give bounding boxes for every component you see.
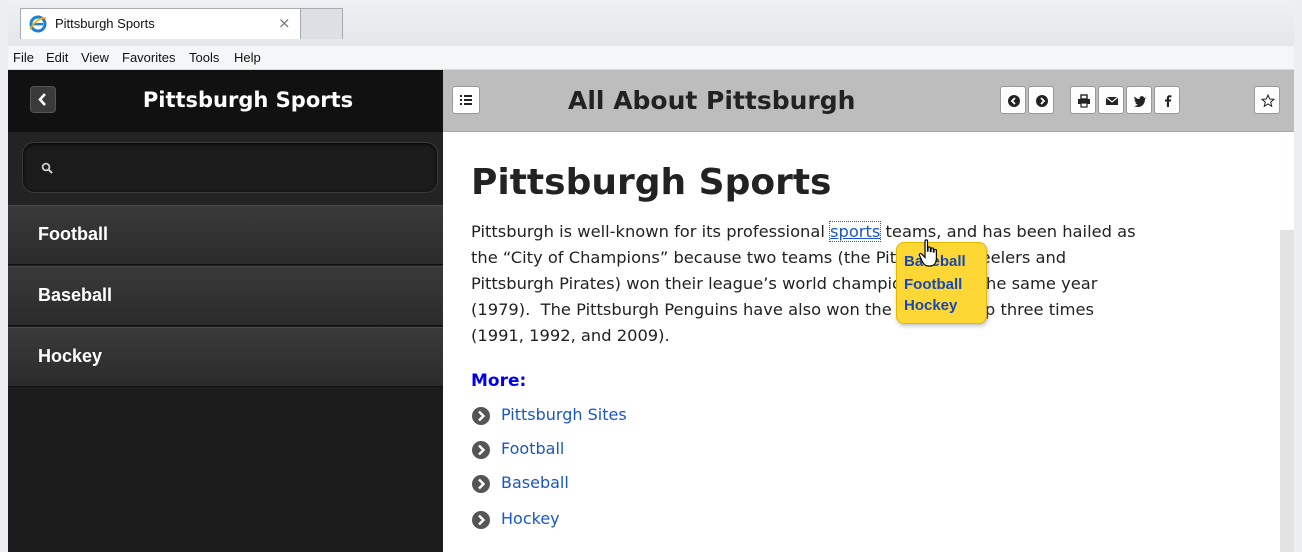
internet-explorer-icon [29,15,47,33]
search-input[interactable] [22,142,438,193]
page-title: Pittsburgh Sports [471,162,832,203]
header-toolbar: All About Pittsburgh [443,70,1294,132]
more-link-football[interactable]: Football [501,439,564,458]
new-tab-button[interactable] [301,8,343,39]
search-icon [41,162,53,174]
previous-button[interactable] [1000,86,1026,114]
back-icon [1008,95,1020,107]
menu-help[interactable]: Help [234,50,261,65]
main-content: All About Pittsburgh Pittsburgh Sports P… [443,70,1294,552]
twitter-icon [1134,96,1146,108]
sports-link[interactable]: sports [829,221,882,242]
more-heading: More: [471,371,527,391]
favorite-button[interactable] [1254,86,1280,114]
window-right-border [1294,0,1302,552]
sidebar: Pittsburgh Sports Football Baseball Hock… [8,70,443,552]
page-header-title: All About Pittsburgh [568,86,856,115]
back-button[interactable] [30,86,56,113]
popup-item-hockey[interactable]: Hockey [904,297,957,314]
menu-file[interactable]: File [13,50,34,65]
browser-tab[interactable]: Pittsburgh Sports × [20,8,301,39]
mail-icon [1105,96,1119,105]
popup-item-football[interactable]: Football [904,276,962,293]
list-menu-button[interactable] [452,86,480,114]
twitter-button[interactable] [1126,86,1152,114]
more-link-hockey[interactable]: Hockey [501,509,560,528]
more-link-baseball[interactable]: Baseball [501,473,569,492]
sidebar-item-label: Baseball [38,285,113,305]
article-line: Pittsburgh is well-known for its profess… [471,219,1261,245]
menu-view[interactable]: View [81,50,109,65]
arrow-circle-icon [472,475,490,493]
sidebar-item-hockey[interactable]: Hockey [8,327,443,387]
article-line: (1979). The Pittsburgh Penguins have als… [471,300,1094,319]
sidebar-item-label: Football [38,224,108,244]
arrow-circle-icon [472,511,490,529]
sidebar-item-football[interactable]: Football [8,205,443,265]
sidebar-item-baseball[interactable]: Baseball [8,266,443,326]
sidebar-item-label: Hockey [38,346,103,366]
sidebar-title: Pittsburgh Sports [142,88,354,112]
close-tab-icon[interactable]: × [278,14,291,32]
forward-icon [1036,95,1048,107]
article-line: the “City of Champions” because two team… [471,248,1067,267]
sidebar-header: Pittsburgh Sports [8,70,443,132]
facebook-button[interactable] [1154,86,1180,114]
email-button[interactable] [1098,86,1124,114]
next-button[interactable] [1028,86,1054,114]
arrow-circle-icon [472,407,490,425]
article-line: Pittsburgh Pirates) won their league’s w… [471,274,1098,293]
window-left-border [0,0,8,552]
menu-favorites[interactable]: Favorites [122,50,175,65]
article-line: (1991, 1992, and 2009). [471,326,670,345]
article-body: Pittsburgh is well-known for its profess… [471,219,1261,349]
chevron-left-icon [38,93,46,106]
print-button[interactable] [1070,86,1096,114]
hand-cursor-icon [918,239,937,267]
menu-edit[interactable]: Edit [46,50,68,65]
print-icon [1078,94,1090,108]
facebook-icon [1165,95,1172,107]
menu-bar: File Edit View Favorites Tools Help [8,46,1294,70]
list-icon [460,95,472,105]
arrow-circle-icon [472,441,490,459]
tab-title: Pittsburgh Sports [55,16,155,31]
menu-tools[interactable]: Tools [189,50,219,65]
search-bar [8,132,443,205]
star-icon [1261,94,1275,108]
scrollbar-track[interactable] [1280,230,1294,552]
article-text: Pittsburgh is well-known for its profess… [471,222,831,241]
more-link-pittsburgh-sites[interactable]: Pittsburgh Sites [501,405,627,424]
